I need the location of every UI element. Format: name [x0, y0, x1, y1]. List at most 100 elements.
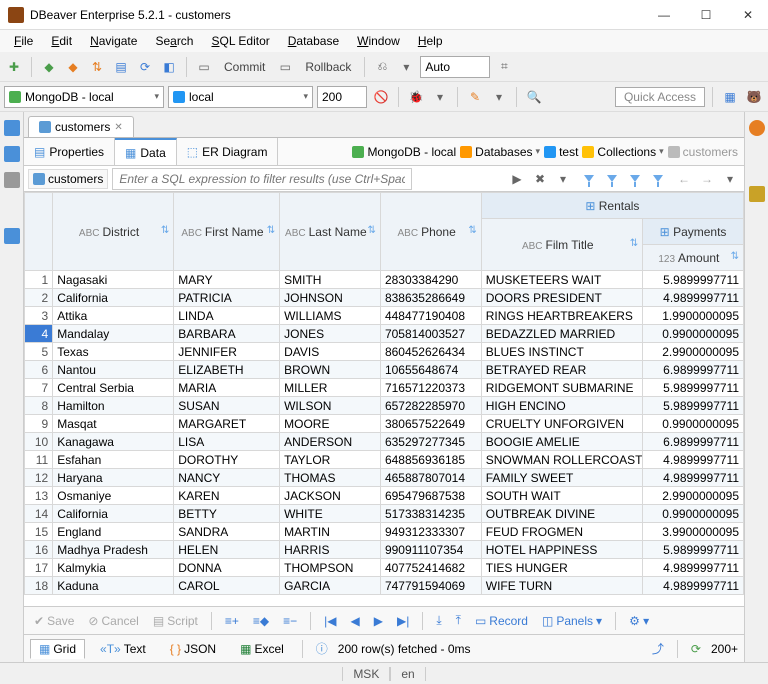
cell-phone[interactable]: 705814003527 [380, 325, 481, 343]
tab-data[interactable]: ▦ Data [115, 138, 177, 165]
cell-film-title[interactable]: OUTBREAK DIVINE [481, 505, 642, 523]
row-number[interactable]: 11 [25, 451, 53, 469]
database-combo[interactable]: local ▾ [168, 86, 313, 108]
txn-icon[interactable]: ⎌ [372, 57, 392, 77]
col-last-name[interactable]: ABCLast Name⇅ [280, 193, 381, 271]
menu-edit[interactable]: Edit [43, 32, 80, 50]
cell-phone[interactable]: 10655648674 [380, 361, 481, 379]
cell-phone[interactable]: 716571220373 [380, 379, 481, 397]
view-text[interactable]: «T»Text [91, 639, 155, 659]
help-icon[interactable] [749, 120, 765, 136]
table-row[interactable]: 13OsmaniyeKARENJACKSON695479687538SOUTH … [25, 487, 744, 505]
outline-icon[interactable] [4, 228, 20, 244]
nav-back-icon[interactable]: ← [674, 169, 694, 189]
script-button[interactable]: ▤ Script [149, 612, 202, 630]
cell-first-name[interactable]: PATRICIA [174, 289, 280, 307]
disconnect-icon[interactable]: ◆ [63, 57, 83, 77]
row-header-corner[interactable] [25, 193, 53, 271]
bookmarks-icon[interactable] [4, 172, 20, 188]
cell-amount[interactable]: 6.9899997711 [643, 433, 744, 451]
col-film-title[interactable]: ABCFilm Title⇅ [481, 219, 642, 271]
bc-collection[interactable]: customers [668, 145, 738, 159]
add-row-icon[interactable]: ≡+ [221, 612, 243, 630]
table-row[interactable]: 5TexasJENNIFERDAVIS860452626434BLUES INS… [25, 343, 744, 361]
cell-phone[interactable]: 838635286649 [380, 289, 481, 307]
col-group-payments[interactable]: ⊞ Payments [643, 219, 744, 245]
nav-fwd-icon[interactable]: → [697, 169, 717, 189]
cell-film-title[interactable]: BEDAZZLED MARRIED [481, 325, 642, 343]
cell-first-name[interactable]: DOROTHY [174, 451, 280, 469]
cell-first-name[interactable]: BETTY [174, 505, 280, 523]
table-row[interactable]: 16Madhya PradeshHELENHARRIS990911107354H… [25, 541, 744, 559]
cell-last-name[interactable]: WHITE [280, 505, 381, 523]
cell-first-name[interactable]: ELIZABETH [174, 361, 280, 379]
pin-icon[interactable]: ⤴ [648, 638, 668, 659]
menu-file[interactable]: File [6, 32, 41, 50]
table-row[interactable]: 4MandalayBARBARAJONES705814003527BEDAZZL… [25, 325, 744, 343]
cell-film-title[interactable]: CRUELTY UNFORGIVEN [481, 415, 642, 433]
cancel-button[interactable]: ⊘ Cancel [84, 612, 142, 630]
cell-film-title[interactable]: FEUD FROGMEN [481, 523, 642, 541]
cell-district[interactable]: Kanagawa [53, 433, 174, 451]
cell-first-name[interactable]: MARIA [174, 379, 280, 397]
filter-history-icon[interactable]: ▾ [553, 169, 573, 189]
cell-film-title[interactable]: BLUES INSTINCT [481, 343, 642, 361]
cell-first-name[interactable]: SUSAN [174, 397, 280, 415]
refresh-icon[interactable]: ⟳ [135, 57, 155, 77]
cell-phone[interactable]: 517338314235 [380, 505, 481, 523]
row-number[interactable]: 9 [25, 415, 53, 433]
row-number[interactable]: 5 [25, 343, 53, 361]
close-tab-icon[interactable]: ✕ [114, 122, 122, 133]
cell-last-name[interactable]: DAVIS [280, 343, 381, 361]
bc-databases[interactable]: Databases▾ [460, 145, 540, 159]
view-grid[interactable]: ▦Grid [30, 639, 85, 659]
row-number[interactable]: 14 [25, 505, 53, 523]
cell-district[interactable]: Masqat [53, 415, 174, 433]
import-icon[interactable]: ⤒ [452, 611, 465, 630]
auto-commit-combo[interactable]: Auto [420, 56, 490, 78]
nav-tree-icon[interactable] [4, 120, 20, 136]
menu-sql-editor[interactable]: SQL Editor [203, 32, 277, 50]
col-phone[interactable]: ABCPhone⇅ [380, 193, 481, 271]
settings-icon[interactable]: ⚙ ▾ [625, 612, 653, 630]
cell-phone[interactable]: 860452626434 [380, 343, 481, 361]
row-number[interactable]: 10 [25, 433, 53, 451]
cell-last-name[interactable]: MOORE [280, 415, 381, 433]
table-row[interactable]: 3AttikaLINDAWILLIAMS448477190408RINGS HE… [25, 307, 744, 325]
filter-save-icon[interactable] [625, 169, 645, 189]
cell-amount[interactable]: 5.9899997711 [643, 397, 744, 415]
maximize-button[interactable]: ☐ [694, 8, 718, 22]
bc-connection[interactable]: MongoDB - local [352, 145, 456, 159]
bc-db[interactable]: test [544, 145, 578, 159]
close-button[interactable]: ✕ [736, 8, 760, 22]
row-number[interactable]: 15 [25, 523, 53, 541]
cell-first-name[interactable]: MARGARET [174, 415, 280, 433]
table-row[interactable]: 18KadunaCAROLGARCIA747791594069WIFE TURN… [25, 577, 744, 595]
col-district[interactable]: ABCDistrict⇅ [53, 193, 174, 271]
col-amount[interactable]: 123Amount⇅ [643, 245, 744, 271]
table-row[interactable]: 12HaryanaNANCYTHOMAS465887807014FAMILY S… [25, 469, 744, 487]
table-row[interactable]: 17KalmykiaDONNATHOMPSON407752414682TIES … [25, 559, 744, 577]
cell-amount[interactable]: 4.9899997711 [643, 451, 744, 469]
clear-filter-icon[interactable]: ✖ [530, 169, 550, 189]
cell-district[interactable]: Haryana [53, 469, 174, 487]
table-row[interactable]: 1NagasakiMARYSMITH28303384290MUSKETEERS … [25, 271, 744, 289]
row-number[interactable]: 17 [25, 559, 53, 577]
col-first-name[interactable]: ABCFirst Name⇅ [174, 193, 280, 271]
row-number[interactable]: 4 [25, 325, 53, 343]
cell-district[interactable]: Mandalay [53, 325, 174, 343]
status-timezone[interactable]: MSK [342, 667, 390, 681]
cell-last-name[interactable]: HARRIS [280, 541, 381, 559]
delete-row-icon[interactable]: ≡− [279, 612, 301, 630]
cell-phone[interactable]: 648856936185 [380, 451, 481, 469]
debug-icon[interactable]: 🐞 [406, 87, 426, 107]
cell-film-title[interactable]: RINGS HEARTBREAKERS [481, 307, 642, 325]
row-number[interactable]: 13 [25, 487, 53, 505]
invalidate-icon[interactable]: ⇅ [87, 57, 107, 77]
cell-district[interactable]: Hamilton [53, 397, 174, 415]
cell-phone[interactable]: 657282285970 [380, 397, 481, 415]
cell-district[interactable]: Nantou [53, 361, 174, 379]
menu-search[interactable]: Search [147, 32, 201, 50]
table-row[interactable]: 9MasqatMARGARETMOORE380657522649CRUELTY … [25, 415, 744, 433]
cell-film-title[interactable]: DOORS PRESIDENT [481, 289, 642, 307]
